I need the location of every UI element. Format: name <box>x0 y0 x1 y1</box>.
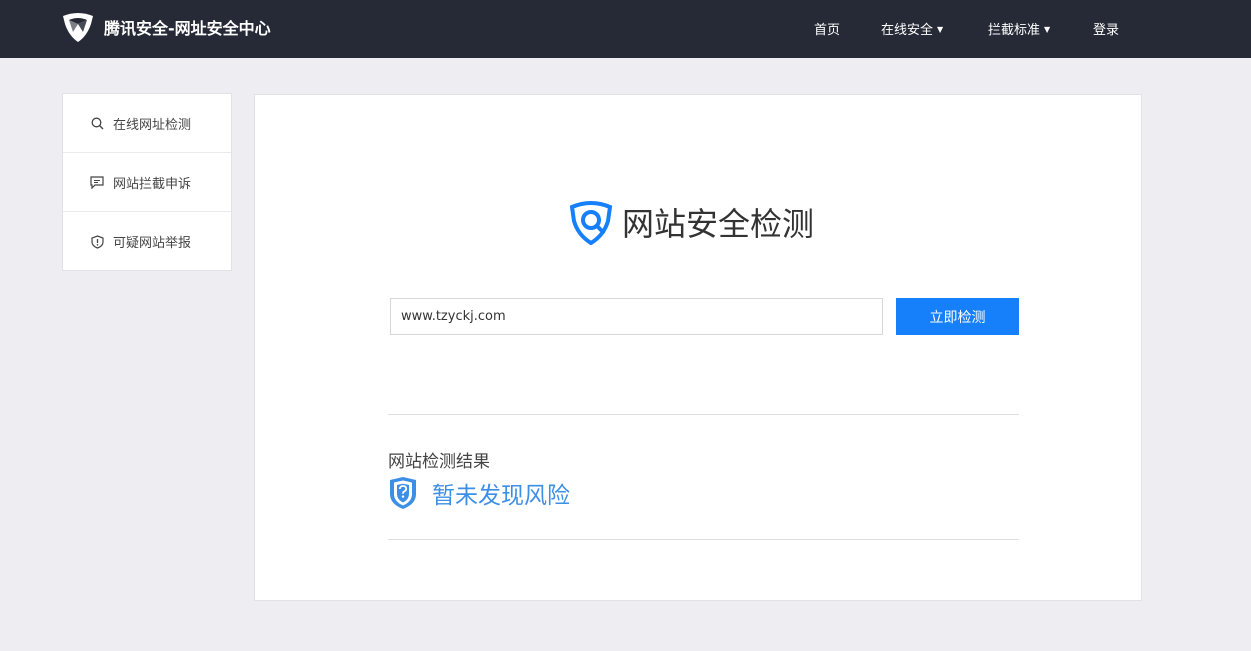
sidebar-item-label: 在线网址检测 <box>113 117 192 133</box>
check-now-button[interactable]: 立即检测 <box>896 298 1019 335</box>
sidebar-item-label: 网站拦截申诉 <box>113 176 192 192</box>
sidebar-item-label: 可疑网站举报 <box>113 236 192 251</box>
chevron-down-icon: ▼ <box>1044 24 1051 34</box>
nav-home-label: 首页 <box>814 22 841 38</box>
brand-title: 腾讯安全-网址安全中心 <box>104 19 271 38</box>
url-input[interactable] <box>390 298 883 335</box>
divider <box>388 414 1019 415</box>
result-status: 暂未发现风险 <box>388 475 570 511</box>
top-navbar: 腾讯安全-网址安全中心 首页 在线安全 ▼ 拦截标准 ▼ 登录 <box>0 0 1251 58</box>
search-icon <box>90 116 104 130</box>
page-title-text: 网站安全检测 <box>622 205 815 243</box>
shield-alert-icon <box>90 234 104 249</box>
page-title: 网站安全检测 <box>568 197 814 247</box>
chat-icon <box>90 175 104 189</box>
shield-unknown-icon <box>390 477 416 509</box>
nav-block-standards[interactable]: 拦截标准 ▼ <box>988 18 1050 38</box>
sidebar: 在线网址检测 网站拦截申诉 可疑网站举报 <box>62 93 232 271</box>
nav-block-standards-label: 拦截标准 <box>988 22 1041 38</box>
nav-online-security-label: 在线安全 <box>881 22 934 38</box>
nav-online-security[interactable]: 在线安全 ▼ <box>881 18 943 38</box>
tencent-shield-logo-icon <box>63 13 93 42</box>
main-panel: 网站安全检测 立即检测 网站检测结果 暂未发现风险 <box>254 94 1142 601</box>
divider <box>388 539 1019 540</box>
result-status-text: 暂未发现风险 <box>432 483 570 509</box>
nav-login-label: 登录 <box>1093 22 1120 38</box>
result-title: 网站检测结果 <box>388 452 490 472</box>
sidebar-item-online-check[interactable]: 在线网址检测 <box>63 94 231 153</box>
brand[interactable]: 腾讯安全-网址安全中心 <box>61 10 271 44</box>
chevron-down-icon: ▼ <box>937 24 944 34</box>
sidebar-item-report[interactable]: 可疑网站举报 <box>63 212 231 271</box>
nav-login[interactable]: 登录 <box>1093 18 1119 38</box>
sidebar-item-appeal[interactable]: 网站拦截申诉 <box>63 153 231 212</box>
shield-search-icon <box>569 201 613 245</box>
nav-home[interactable]: 首页 <box>814 18 840 38</box>
